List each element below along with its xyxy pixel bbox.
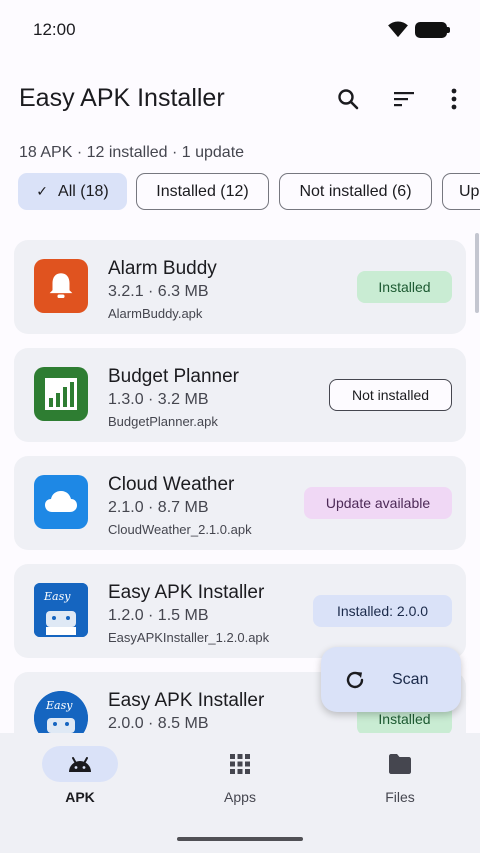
android-icon <box>69 757 91 772</box>
app-version: 1.2.0 · 1.5 MB <box>108 607 209 624</box>
app-version: 1.3.0 · 3.2 MB <box>108 391 209 408</box>
bottom-navigation: APK Apps Files <box>0 733 480 853</box>
status-badge: Installed: 2.0.0 <box>313 595 452 627</box>
app-version: 3.2.1 · 6.3 MB <box>108 283 209 300</box>
chip-label: Up <box>459 182 480 200</box>
app-name: Easy APK Installer <box>108 690 265 711</box>
chip-not-installed[interactable]: Not installed (6) <box>279 173 432 210</box>
chip-all[interactable]: ✓ All (18) <box>18 173 127 210</box>
chip-installed[interactable]: Installed (12) <box>136 173 269 210</box>
easy-android-icon: Easy <box>34 583 88 637</box>
nav-pill <box>202 746 278 782</box>
chip-updates[interactable]: Up <box>442 173 480 210</box>
status-bar: 12:00 <box>0 0 480 60</box>
sort-icon[interactable] <box>389 84 419 114</box>
nav-pill <box>362 746 438 782</box>
nav-label: Apps <box>224 789 256 805</box>
wifi-icon <box>388 21 408 38</box>
app-version: 2.1.0 · 8.7 MB <box>108 499 209 516</box>
app-file: AlarmBuddy.apk <box>108 306 203 321</box>
battery-icon <box>415 22 450 38</box>
app-file: CloudWeather_2.1.0.apk <box>108 522 252 537</box>
nav-item-apps[interactable]: Apps <box>160 733 320 833</box>
check-icon: ✓ <box>36 183 49 199</box>
list-item[interactable]: Cloud Weather 2.1.0 · 8.7 MB CloudWeathe… <box>14 456 466 550</box>
bell-icon <box>34 259 88 313</box>
app-name: Budget Planner <box>108 366 239 387</box>
app-file: BudgetPlanner.apk <box>108 414 218 429</box>
refresh-icon <box>346 671 364 689</box>
filter-chips: ✓ All (18) Installed (12) Not installed … <box>18 173 480 210</box>
app-name: Easy APK Installer <box>108 582 265 603</box>
nav-item-apk[interactable]: APK <box>0 733 160 833</box>
list-item[interactable]: Alarm Buddy 3.2.1 · 6.3 MB AlarmBuddy.ap… <box>14 240 466 334</box>
list-item[interactable]: Easy Easy APK Installer 1.2.0 · 1.5 MB E… <box>14 564 466 658</box>
status-time: 12:00 <box>33 20 76 39</box>
app-name: Cloud Weather <box>108 474 235 495</box>
folder-icon <box>389 754 411 774</box>
app-name: Alarm Buddy <box>108 258 217 279</box>
grid-icon <box>230 754 250 774</box>
scan-button[interactable]: Scan <box>321 647 461 712</box>
chip-label: Not installed (6) <box>299 182 412 200</box>
summary-text: 18 APK · 12 installed · 1 update <box>19 144 245 161</box>
status-badge: Update available <box>304 487 452 519</box>
more-vertical-icon[interactable] <box>439 84 469 114</box>
home-indicator[interactable] <box>177 837 303 841</box>
scrollbar[interactable] <box>475 233 479 313</box>
scan-label: Scan <box>392 671 429 688</box>
app-version: 2.0.0 · 8.5 MB <box>108 715 209 732</box>
cloud-icon <box>34 475 88 529</box>
bar-chart-icon <box>34 367 88 421</box>
nav-item-files[interactable]: Files <box>320 733 480 833</box>
nav-pill <box>42 746 118 782</box>
nav-label: APK <box>65 789 95 805</box>
icon-text: Easy <box>45 699 73 712</box>
chip-label: Installed (12) <box>156 182 249 200</box>
search-icon[interactable] <box>333 84 363 114</box>
nav-label: Files <box>385 789 415 805</box>
status-badge: Installed <box>357 271 452 303</box>
status-badge: Not installed <box>329 379 452 411</box>
icon-text: Easy <box>43 590 71 603</box>
chip-label: All (18) <box>58 182 109 200</box>
list-item[interactable]: Budget Planner 1.3.0 · 3.2 MB BudgetPlan… <box>14 348 466 442</box>
easy-android-icon: Easy <box>34 691 88 733</box>
app-file: EasyAPKInstaller_1.2.0.apk <box>108 630 270 645</box>
page-title: Easy APK Installer <box>19 84 225 112</box>
